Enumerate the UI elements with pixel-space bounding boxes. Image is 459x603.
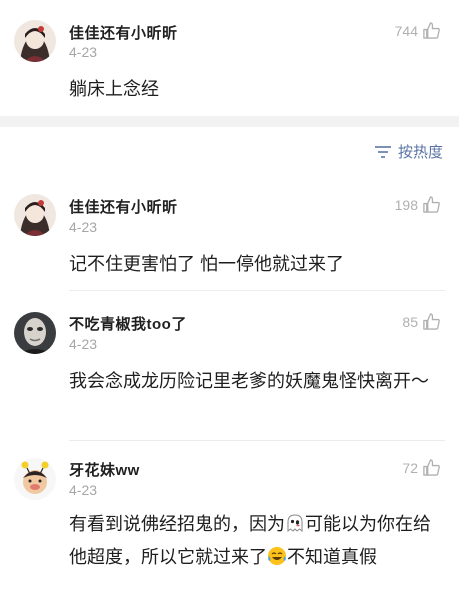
comment-item: 牙花妹ww 4-23 72 有看到说佛经招鬼的，因为 可能以为你在给他超度，所以它… bbox=[0, 448, 459, 603]
comment-divider bbox=[69, 440, 445, 441]
ghost-emoji-icon bbox=[285, 512, 305, 542]
avatar[interactable] bbox=[14, 194, 56, 236]
comment-item: 佳佳还有小昕昕 4-23 744 躺床上念经 bbox=[0, 0, 459, 116]
sort-button[interactable]: 按热度 bbox=[374, 141, 443, 162]
comment-text: 我会念成龙历险记里老爹的妖魔鬼怪快离开～ bbox=[69, 371, 429, 391]
thumbs-up-icon bbox=[423, 196, 440, 213]
username[interactable]: 佳佳还有小昕昕 bbox=[69, 196, 178, 217]
like-button[interactable]: 744 bbox=[395, 21, 441, 40]
comment-text: 有看到说佛经招鬼的，因为 可能以为你在给他超度，所以它就过来了 不知道真假 bbox=[69, 509, 447, 575]
avatar[interactable] bbox=[14, 458, 56, 500]
comment-text-part: 不知道真假 bbox=[287, 547, 377, 567]
comment-item: 不吃青椒我too了 4-23 85 我会念成龙历险记里老爹的妖魔鬼怪快离开～ bbox=[0, 298, 459, 438]
like-button[interactable]: 198 bbox=[395, 195, 441, 214]
section-divider bbox=[0, 116, 459, 127]
like-count: 198 bbox=[394, 196, 418, 213]
like-count: 85 bbox=[402, 313, 418, 330]
comment-item: 佳佳还有小昕昕 4-23 198 记不住更害怕了 怕一停他就过来了 bbox=[0, 180, 459, 290]
like-button[interactable]: 85 bbox=[402, 312, 441, 331]
comment-date: 4-23 bbox=[69, 336, 98, 352]
sort-label: 按热度 bbox=[397, 144, 443, 161]
comment-text: 记不住更害怕了 怕一停他就过来了 bbox=[69, 254, 344, 274]
comment-date: 4-23 bbox=[69, 482, 98, 498]
comment-divider bbox=[69, 290, 445, 291]
like-count: 744 bbox=[394, 22, 418, 39]
like-button[interactable]: 72 bbox=[402, 458, 441, 477]
sort-lines-icon bbox=[374, 145, 391, 158]
thumbs-up-icon bbox=[423, 459, 440, 476]
like-count: 72 bbox=[402, 459, 418, 476]
comment-text-part: 有看到说佛经招鬼的，因为 bbox=[69, 514, 285, 534]
comment-date: 4-23 bbox=[69, 219, 98, 235]
comment-text: 躺床上念经 bbox=[69, 79, 159, 99]
username[interactable]: 牙花妹ww bbox=[69, 459, 140, 480]
username[interactable]: 不吃青椒我too了 bbox=[69, 313, 187, 334]
username[interactable]: 佳佳还有小昕昕 bbox=[69, 22, 178, 43]
crying-laughing-emoji-icon bbox=[267, 545, 287, 575]
thumbs-up-icon bbox=[423, 313, 440, 330]
comment-date: 4-23 bbox=[69, 44, 98, 60]
avatar[interactable] bbox=[14, 312, 56, 354]
avatar[interactable] bbox=[14, 20, 56, 62]
thumbs-up-icon bbox=[423, 22, 440, 39]
comment-thread: 佳佳还有小昕昕 4-23 744 躺床上念经 按热度 佳佳还有小昕昕 4-23 … bbox=[0, 0, 459, 603]
